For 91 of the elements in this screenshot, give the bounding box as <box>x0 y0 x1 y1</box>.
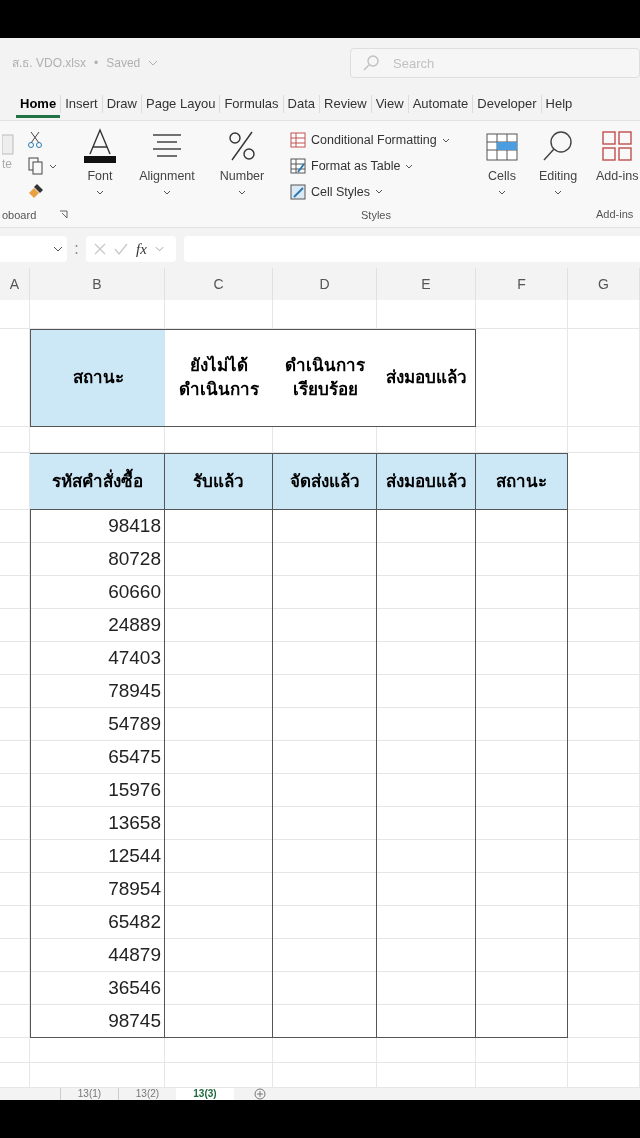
caret-icon <box>163 189 171 195</box>
align-center-icon <box>152 133 182 159</box>
sheet-tab[interactable]: 13(3) <box>176 1088 234 1100</box>
table-cell: สถานะ <box>30 329 165 427</box>
add-ins-button[interactable]: Add-ins <box>586 127 640 186</box>
sheet-tab[interactable]: 13(1) <box>60 1088 118 1100</box>
caret-icon <box>441 137 450 143</box>
file-name: ส.ธ. VDO.xlsx <box>12 55 86 72</box>
column-header[interactable]: A <box>9 273 20 295</box>
table-icon <box>290 158 306 175</box>
insert-function-button[interactable]: fx <box>136 237 147 261</box>
group-label: Styles <box>361 207 391 223</box>
caret-icon <box>375 189 384 195</box>
table-cell: 44879 <box>30 939 165 972</box>
ribbon-tab[interactable]: Insert <box>61 92 102 118</box>
separator-dot: • <box>94 55 99 72</box>
table-cell: 65475 <box>30 741 165 774</box>
cell-styles-icon <box>290 183 306 200</box>
cells-button[interactable]: Cells <box>474 127 530 195</box>
column-header[interactable]: C <box>213 273 224 295</box>
scissors-icon[interactable] <box>28 131 42 149</box>
cancel-icon[interactable] <box>94 243 106 255</box>
column-header-cell: ส่งมอบแล้ว <box>377 453 476 510</box>
column-header[interactable]: B <box>92 273 102 295</box>
table-cell: 98418 <box>30 510 165 543</box>
table-cell: 54789 <box>30 708 165 741</box>
table-cell: 36546 <box>30 972 165 1005</box>
editing-button[interactable]: Editing <box>530 127 586 195</box>
ribbon-tab[interactable]: Formulas <box>220 92 283 118</box>
ribbon-tab[interactable]: Automate <box>408 92 473 118</box>
caret-icon <box>49 163 57 169</box>
table-cell: 65482 <box>30 906 165 939</box>
caret-icon <box>498 189 506 195</box>
caret-icon <box>405 163 414 169</box>
ribbon-tab[interactable]: Help <box>541 92 577 118</box>
column-header-cell: จัดส่งแล้ว <box>273 453 377 510</box>
alignment-button[interactable]: Alignment <box>128 127 206 195</box>
search-icon <box>542 130 574 162</box>
column-header-cell: รับแล้ว <box>165 453 273 510</box>
copy-icon <box>28 157 44 175</box>
ribbon-tab[interactable]: Data <box>283 92 320 118</box>
conditional-formatting-icon <box>290 132 306 149</box>
copy-button[interactable] <box>28 157 57 175</box>
add-ins-icon <box>602 131 632 161</box>
chevron-icon <box>154 246 164 252</box>
table-cell: 12544 <box>30 840 165 873</box>
chevron-icon[interactable] <box>148 60 159 66</box>
font-button[interactable]: Font <box>72 127 128 195</box>
font-icon <box>83 128 117 164</box>
table-cell: 47403 <box>30 642 165 675</box>
table-cell: 15976 <box>30 774 165 807</box>
column-header[interactable]: D <box>319 273 330 295</box>
group-label: Add-ins <box>596 208 634 220</box>
table-cell: 78954 <box>30 873 165 906</box>
column-header[interactable]: G <box>598 273 609 295</box>
search-icon <box>362 54 380 72</box>
table-cell: 78945 <box>30 675 165 708</box>
table-cell: 60660 <box>30 576 165 609</box>
ribbon-tab[interactable]: Review <box>320 92 371 118</box>
column-header-cell: สถานะ <box>476 453 568 510</box>
table-cell: ยังไม่ได้ ดำเนินการ <box>165 329 273 427</box>
table-cell: 24889 <box>30 609 165 642</box>
number-button[interactable]: Number <box>206 127 278 195</box>
ribbon-tab[interactable]: Draw <box>102 92 141 118</box>
ribbon-tab[interactable]: View <box>371 92 408 118</box>
caret-icon <box>554 189 562 195</box>
table-cell: 13658 <box>30 807 165 840</box>
paste-label: te <box>2 156 12 173</box>
chevron-icon <box>53 246 63 252</box>
column-header[interactable]: E <box>421 273 431 295</box>
ribbon-tab[interactable]: Developer <box>473 92 541 118</box>
table-cell: 80728 <box>30 543 165 576</box>
styles-menu-button[interactable]: Format as Table <box>290 156 462 176</box>
table-cell: ดำเนินการ เรียบร้อย <box>273 329 377 427</box>
caret-icon <box>238 189 246 195</box>
format-painter-icon[interactable] <box>28 183 44 199</box>
column-header[interactable]: F <box>517 273 526 295</box>
group-label: oboard <box>2 207 37 223</box>
add-sheet-icon[interactable] <box>254 1088 266 1100</box>
column-header-cell: รหัสคำสั่งซื้อ <box>30 453 165 510</box>
dialog-launcher-icon[interactable] <box>59 210 68 220</box>
table-cell: ส่งมอบแล้ว <box>377 329 476 427</box>
more-icon[interactable] <box>75 243 78 255</box>
styles-menu-button[interactable]: Cell Styles <box>290 182 462 202</box>
percent-icon <box>228 131 256 161</box>
ribbon-tab[interactable]: Page Layou <box>142 92 220 118</box>
caret-icon <box>96 189 104 195</box>
cells-icon <box>486 131 518 161</box>
table-cell: 98745 <box>30 1005 165 1038</box>
check-icon[interactable] <box>114 243 128 255</box>
styles-menu-button[interactable]: Conditional Formatting <box>290 131 462 150</box>
